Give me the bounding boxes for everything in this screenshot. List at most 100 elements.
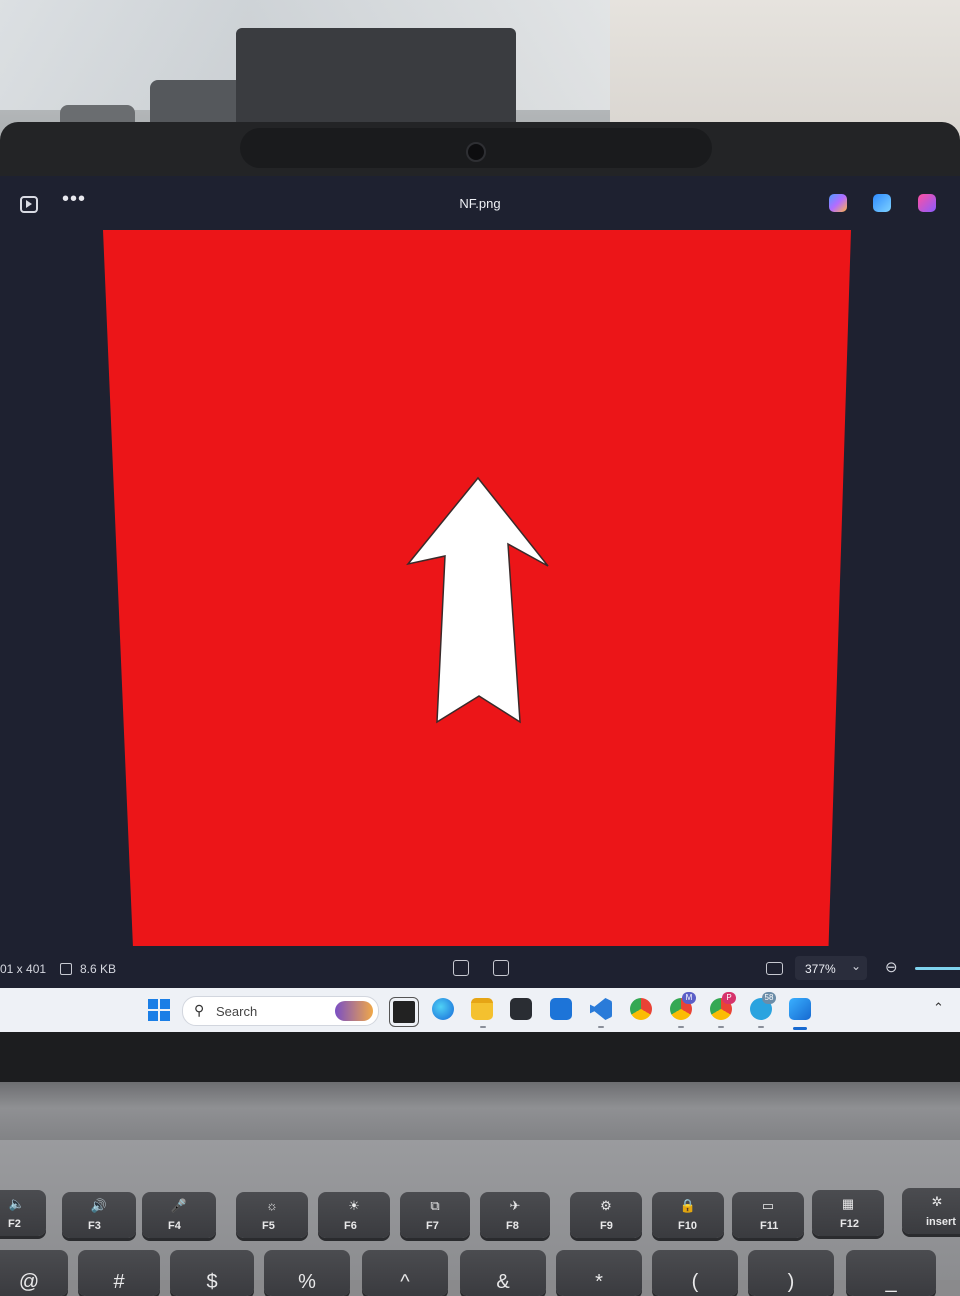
up-arrow-icon [406,476,549,724]
chrome-profile-m-icon[interactable]: M [670,992,696,1020]
key-f4[interactable]: 🎤 F4 [142,1192,216,1238]
file-explorer-icon[interactable] [471,998,493,1020]
key-f6[interactable]: ☀ F6 [318,1192,390,1238]
key-label: F7 [426,1220,439,1232]
calculator-icon: ▦ [841,1196,855,1211]
key-4[interactable]: $ [170,1250,254,1296]
task-view-icon[interactable] [389,997,419,1027]
key-5[interactable]: % [264,1250,350,1296]
key-label: F2 [8,1218,21,1230]
webcam-icon [466,142,486,162]
photos-app-window: ••• NF.png 01 x 401 8.6 KB 377% ⌄ ⊖ ⚲ Se… [0,176,960,1032]
search-icon: ⚲ [194,1002,205,1018]
chevron-down-icon: ⌄ [851,959,862,973]
designer-icon[interactable] [918,194,936,212]
running-indicator [758,1026,764,1028]
volume-up-icon: 🔊 [90,1198,108,1213]
key-insert[interactable]: ✲ insert [902,1188,960,1234]
image-dimensions: 01 x 401 [0,962,47,976]
key-label: ^ [400,1271,410,1293]
file-size: 8.6 KB [80,962,117,976]
key-label: F5 [262,1220,275,1232]
active-app-indicator [793,1027,807,1030]
key-0[interactable]: ) [748,1250,834,1296]
zoom-slider[interactable] [915,967,960,970]
key-label: ( [691,1271,699,1293]
key-f11[interactable]: ▭ F11 [732,1192,804,1238]
zoom-dropdown[interactable]: 377% ⌄ [795,956,867,980]
key-label: _ [885,1271,897,1293]
search-label: Search [216,1004,258,1019]
file-title: NF.png [459,196,501,211]
key-label: F9 [600,1220,613,1232]
brightness-down-icon: ☼ [266,1198,278,1213]
zoom-out-icon[interactable]: ⊖ [885,958,898,976]
screen-snip-icon: ▭ [761,1198,775,1213]
key-label: $ [206,1271,218,1293]
scan-text-icon[interactable] [493,960,509,976]
running-indicator [678,1026,684,1028]
key-label: @ [18,1271,40,1293]
taskbar-search[interactable]: ⚲ Search [182,996,379,1026]
notification-badge: 58 [762,992,776,1004]
fit-to-window-icon[interactable] [453,960,469,976]
copilot-key-icon: ✲ [931,1194,943,1209]
edit-image-icon[interactable] [873,194,891,212]
photos-icon[interactable] [789,998,811,1020]
outlook-icon[interactable] [550,998,572,1020]
key-label: % [298,1271,316,1293]
key-f3[interactable]: 🔊 F3 [62,1192,136,1238]
key-label: F4 [168,1220,181,1232]
key-label: F6 [344,1220,357,1232]
key-f8[interactable]: ✈ F8 [480,1192,550,1238]
airplane-mode-icon: ✈ [509,1198,521,1213]
key-9[interactable]: ( [652,1250,738,1296]
key-f7[interactable]: ⧉ F7 [400,1192,470,1238]
key-minus[interactable]: _ [846,1250,936,1296]
lower-bezel [0,1032,960,1082]
vscode-icon[interactable] [590,998,612,1020]
key-f10[interactable]: 🔒 F10 [652,1192,724,1238]
running-indicator [480,1026,486,1028]
telegram-icon[interactable]: 58 [750,992,776,1020]
mic-mute-icon: 🎤 [170,1198,188,1213]
key-label: ) [787,1271,795,1293]
key-2[interactable]: @ [0,1250,68,1296]
actual-size-icon[interactable] [766,962,783,975]
display-icon: ⧉ [430,1198,440,1213]
windows-start-icon[interactable] [148,999,170,1021]
chevron-up-icon[interactable]: ⌃ [933,1000,944,1016]
key-3[interactable]: # [78,1250,160,1296]
file-size-icon [60,963,72,975]
key-label: F12 [840,1218,859,1230]
settings-icon: ⚙ [600,1198,612,1213]
search-highlight-icon [335,1001,373,1021]
status-bar: 01 x 401 8.6 KB 377% ⌄ ⊖ [0,954,960,982]
key-f12[interactable]: ▦ F12 [812,1190,884,1236]
key-label: & [496,1271,510,1293]
key-7[interactable]: & [460,1250,546,1296]
key-label: F10 [678,1220,697,1232]
key-8[interactable]: * [556,1250,642,1296]
key-f9[interactable]: ⚙ F9 [570,1192,642,1238]
copilot-icon[interactable] [829,194,847,212]
profile-badge: P [722,992,736,1004]
running-indicator [718,1026,724,1028]
laptop-hinge [0,1082,960,1140]
title-bar: ••• NF.png [0,176,960,230]
volume-mute-icon: 🔈 [8,1196,26,1211]
chrome-icon[interactable] [630,998,652,1020]
running-indicator [598,1026,604,1028]
profile-badge: M [682,992,696,1004]
key-label: insert [926,1216,956,1228]
taskbar: ⚲ Search M P 58 ⌃ [0,988,960,1032]
key-6[interactable]: ^ [362,1250,448,1296]
edge-icon[interactable] [432,998,454,1020]
chrome-profile-p-icon[interactable]: P [710,992,736,1020]
terminal-icon[interactable] [510,998,532,1020]
brightness-up-icon: ☀ [348,1198,360,1213]
key-f2[interactable]: 🔈 F2 [0,1190,46,1236]
key-f5[interactable]: ☼ F5 [236,1192,308,1238]
lock-icon: 🔒 [679,1198,697,1213]
zoom-value: 377% [805,962,836,976]
